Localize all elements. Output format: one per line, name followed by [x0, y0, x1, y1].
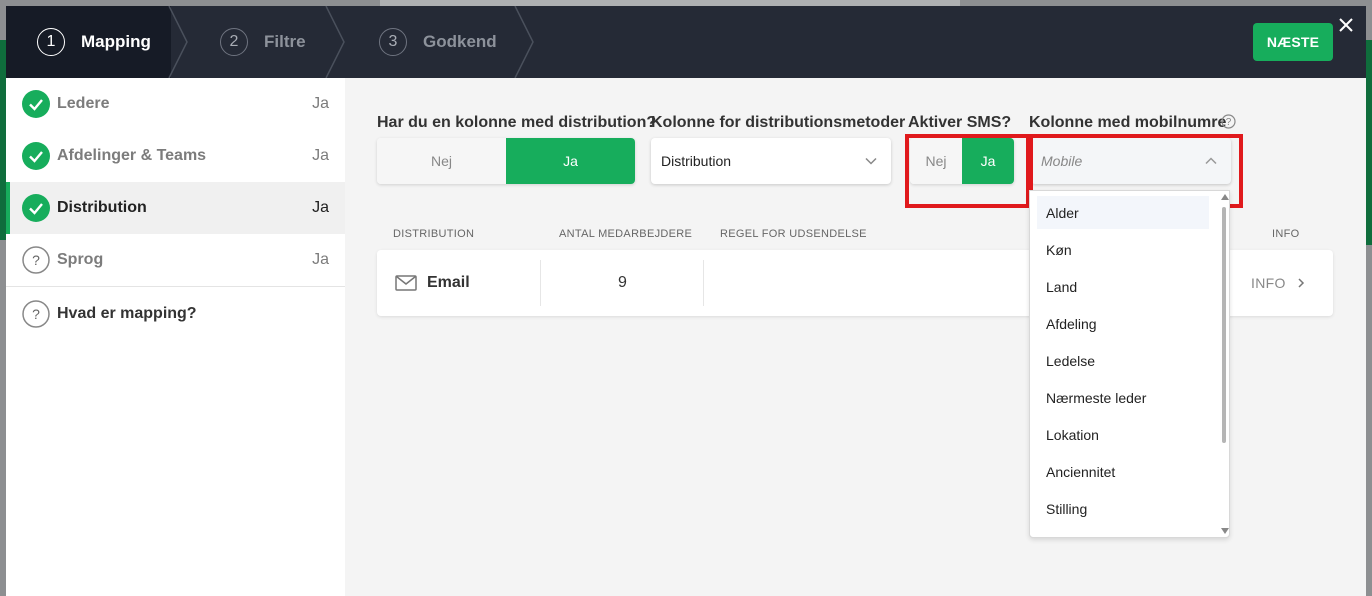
dropdown-option[interactable]: Lokation	[1037, 418, 1209, 451]
sidebar-item-value: Ja	[312, 95, 329, 112]
svg-text:?: ?	[32, 306, 40, 322]
toggle-yes[interactable]: Ja	[506, 138, 635, 184]
svg-text:?: ?	[32, 252, 40, 268]
mapping-modal: 1 Mapping 2 Filtre 3 Godkend NÆSTE Leder…	[6, 6, 1366, 596]
sidebar-divider	[6, 286, 345, 287]
info-link[interactable]: INFO	[1251, 250, 1306, 316]
scroll-down-arrow-icon[interactable]	[1220, 527, 1230, 535]
sidebar-item-distribution[interactable]: Distribution Ja	[6, 182, 345, 234]
sidebar-item-label: Afdelinger & Teams	[57, 147, 207, 164]
mapping-sidebar: Ledere Ja Afdelinger & Teams Ja Distribu…	[6, 78, 345, 596]
column-header-info: INFO	[1272, 228, 1300, 240]
backdrop-green-strip-right	[1366, 40, 1372, 245]
close-icon[interactable]	[1337, 16, 1355, 34]
info-label: INFO	[1251, 275, 1286, 291]
sidebar-item-label: Distribution	[57, 199, 147, 216]
svg-text:?: ?	[1226, 117, 1232, 128]
step-number: 1	[37, 28, 65, 56]
chevron-right-icon	[1298, 278, 1304, 288]
column-header-rule: REGEL FOR UDSENDELSE	[720, 228, 867, 240]
highlight-box-sms	[905, 134, 1030, 208]
question-mobile-column: Kolonne med mobilnumre	[1029, 114, 1227, 131]
dropdown-option[interactable]: Afdeling	[1037, 307, 1209, 340]
scroll-up-arrow-icon[interactable]	[1220, 193, 1230, 201]
distribution-toggle: Nej Ja	[377, 138, 635, 184]
dropdown-option[interactable]: Alder	[1037, 196, 1209, 229]
dropdown-scrollbar[interactable]	[1220, 191, 1230, 537]
sidebar-item-sprog[interactable]: ? Sprog Ja	[6, 234, 345, 286]
check-circle-icon	[22, 142, 50, 170]
step-label: Mapping	[81, 32, 151, 51]
wizard-header: 1 Mapping 2 Filtre 3 Godkend NÆSTE	[6, 6, 1366, 78]
step-label: Filtre	[264, 32, 306, 51]
sidebar-item-ledere[interactable]: Ledere Ja	[6, 78, 345, 130]
method-cell: Email	[395, 250, 470, 316]
count-cell: 9	[618, 274, 627, 291]
step-godkend[interactable]: 3 Godkend	[379, 6, 497, 78]
cell-divider	[703, 260, 704, 306]
sidebar-item-label: Ledere	[57, 95, 110, 112]
next-button[interactable]: NÆSTE	[1253, 23, 1333, 61]
dropdown-option[interactable]: Land	[1037, 270, 1209, 303]
dropdown-option[interactable]: Ledelse	[1037, 344, 1209, 377]
sidebar-item-afdelinger[interactable]: Afdelinger & Teams Ja	[6, 130, 345, 182]
column-header-count: ANTAL MEDARBEJDERE	[559, 228, 693, 240]
step-number: 2	[220, 28, 248, 56]
sidebar-item-value: Ja	[312, 199, 329, 216]
step-filtre[interactable]: 2 Filtre	[220, 6, 306, 78]
question-circle-icon: ?	[22, 246, 50, 274]
question-method-column: Kolonne for distributionsmetoder	[651, 114, 906, 131]
check-circle-icon	[22, 90, 50, 118]
help-icon[interactable]: ?	[1221, 114, 1236, 129]
method-column-select[interactable]: Distribution	[651, 138, 891, 184]
step-mapping[interactable]: 1 Mapping	[37, 6, 151, 78]
sidebar-item-value: Ja	[312, 147, 329, 164]
question-distribution-column: Har du en kolonne med distribution?	[377, 114, 657, 131]
sidebar-item-help[interactable]: ? Hvad er mapping?	[6, 288, 345, 340]
dropdown-option[interactable]: Nærmeste leder	[1037, 381, 1209, 414]
dropdown-option[interactable]: Køn	[1037, 233, 1209, 266]
sidebar-item-value: Ja	[312, 251, 329, 268]
method-label: Email	[427, 274, 470, 291]
question-circle-icon: ?	[22, 300, 50, 328]
mail-icon	[395, 275, 417, 291]
column-header-distribution: DISTRIBUTION	[393, 228, 475, 240]
sidebar-item-label: Sprog	[57, 251, 104, 268]
step-label: Godkend	[423, 32, 497, 51]
chevron-down-icon	[865, 157, 877, 165]
scrollbar-thumb[interactable]	[1222, 207, 1226, 443]
dropdown-option[interactable]: Stilling	[1037, 492, 1209, 525]
question-activate-sms: Aktiver SMS?	[908, 114, 1012, 131]
step-number: 3	[379, 28, 407, 56]
select-value: Distribution	[661, 153, 732, 169]
toggle-no[interactable]: Nej	[377, 138, 506, 184]
mobile-column-dropdown: Alder Køn Land Afdeling Ledelse Nærmeste…	[1029, 190, 1230, 538]
dropdown-option[interactable]: Anciennitet	[1037, 455, 1209, 488]
check-circle-icon	[22, 194, 50, 222]
sidebar-item-label: Hvad er mapping?	[57, 305, 197, 322]
